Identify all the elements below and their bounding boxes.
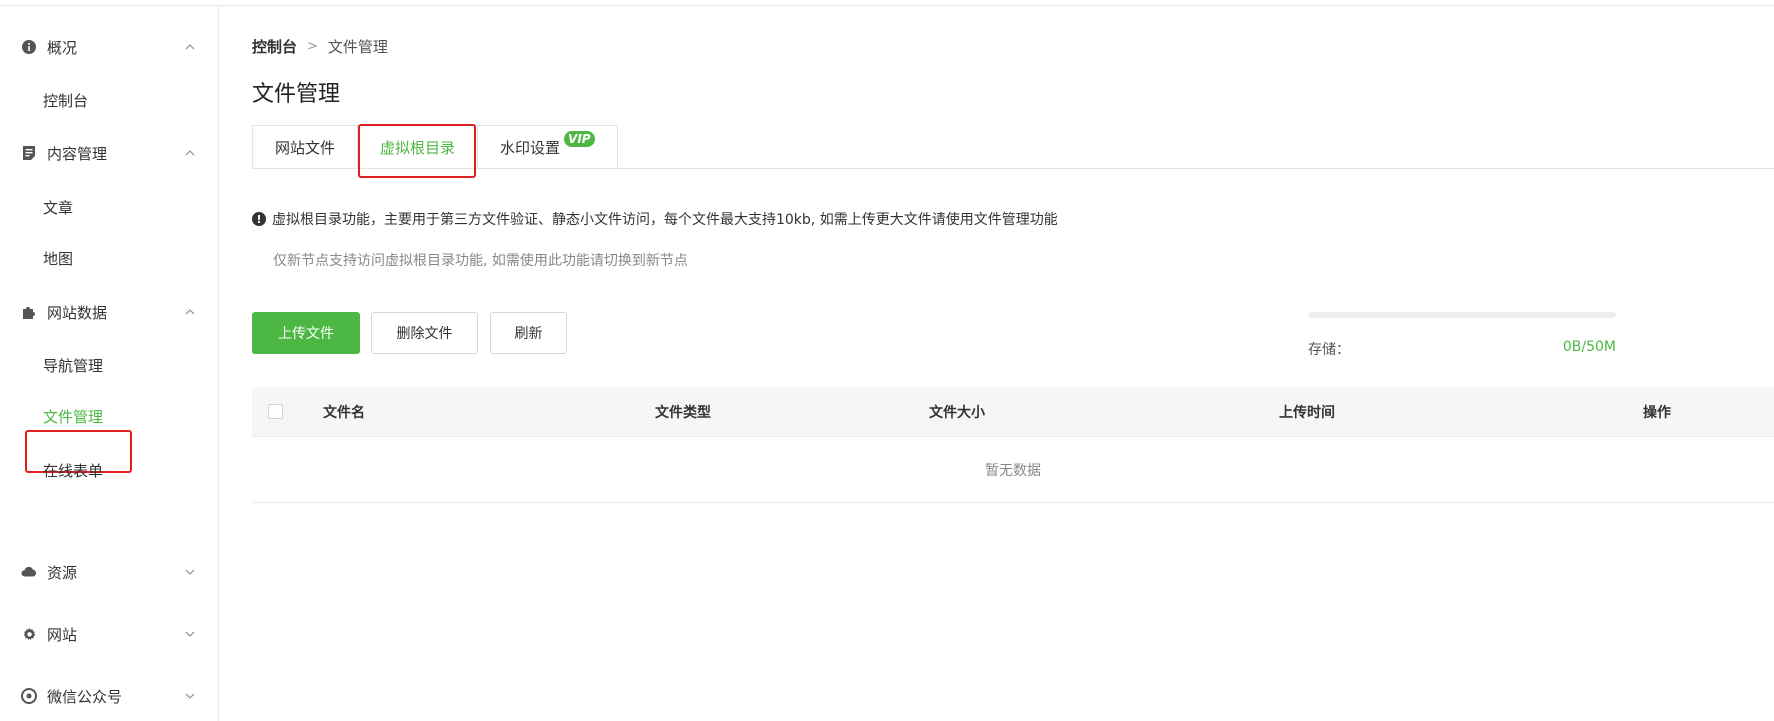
breadcrumb-current: 文件管理	[327, 38, 388, 56]
tab-label: 虚拟根目录	[380, 138, 456, 157]
column-header-filename[interactable]: 文件名	[323, 387, 365, 437]
cloud-icon	[21, 564, 37, 580]
storage-value: 0B/50M	[1562, 339, 1616, 355]
sidebar-item-navigation[interactable]: 导航管理	[43, 350, 103, 380]
exclamation-circle-icon: !	[252, 212, 266, 226]
sidebar-item-online-forms[interactable]: 在线表单	[43, 455, 103, 485]
chevron-down-icon	[185, 631, 195, 637]
puzzle-icon	[21, 304, 37, 320]
sidebar-group-site[interactable]: 网站	[0, 614, 219, 654]
tab-label: 网站文件	[275, 138, 336, 157]
sidebar-group-resources[interactable]: 资源	[0, 552, 219, 592]
notice-text: 虚拟根目录功能，主要用于第三方文件验证、静态小文件访问，每个文件最大支持10kb…	[272, 212, 1058, 228]
column-header-filetype[interactable]: 文件类型	[655, 387, 711, 437]
sidebar-item-map[interactable]: 地图	[43, 243, 73, 273]
sidebar-group-wechat[interactable]: 微信公众号	[0, 676, 219, 716]
sidebar-group-content[interactable]: 内容管理	[0, 133, 219, 173]
wechat-icon	[21, 688, 37, 704]
page-title: 文件管理	[252, 82, 341, 107]
tab-watermark-settings[interactable]: 水印设置 VIP	[477, 125, 618, 169]
gear-icon	[21, 626, 37, 642]
sidebar-group-label: 内容管理	[47, 144, 108, 163]
chevron-up-icon	[185, 44, 195, 50]
tab-label: 水印设置	[500, 138, 561, 157]
notice-subtext: 仅新节点支持访问虚拟根目录功能, 如需使用此功能请切换到新节点	[273, 253, 688, 269]
refresh-button[interactable]: 刷新	[490, 312, 567, 354]
storage-label: 存储：	[1308, 342, 1350, 358]
info-circle-icon	[21, 39, 37, 55]
tab-divider	[252, 168, 1774, 169]
main-content: 控制台 > 文件管理 文件管理 网站文件 虚拟根目录 水印设置 VIP ! 虚拟…	[220, 6, 1774, 721]
document-icon	[21, 145, 37, 161]
sidebar-item-articles[interactable]: 文章	[43, 192, 73, 222]
notice: ! 虚拟根目录功能，主要用于第三方文件验证、静态小文件访问，每个文件最大支持10…	[252, 209, 1058, 229]
chevron-up-icon	[185, 309, 195, 315]
chevron-up-icon	[185, 150, 195, 156]
column-header-upload-time[interactable]: 上传时间	[1279, 387, 1335, 437]
column-header-filesize[interactable]: 文件大小	[929, 387, 985, 437]
chevron-down-icon	[185, 693, 195, 699]
column-header-actions: 操作	[1643, 405, 1671, 421]
sidebar-group-site-data[interactable]: 网站数据	[0, 292, 219, 332]
select-all-checkbox[interactable]	[268, 404, 283, 419]
sidebar-group-label: 网站	[47, 625, 78, 644]
breadcrumb-separator: >	[307, 39, 318, 54]
chevron-down-icon	[185, 569, 195, 575]
breadcrumb: 控制台 > 文件管理	[252, 36, 388, 57]
sidebar-group-label: 网站数据	[47, 303, 108, 322]
delete-file-button[interactable]: 删除文件	[371, 312, 478, 354]
sidebar-group-label: 资源	[47, 563, 78, 582]
sidebar: 概况 控制台 内容管理 文章 地图 网站数据 导航管理 文件管理 在线表单 资源	[0, 6, 219, 721]
upload-file-button[interactable]: 上传文件	[252, 312, 360, 354]
table-header: 文件名 文件类型 文件大小 上传时间 操作	[252, 387, 1774, 437]
storage-progress-bar	[1308, 312, 1616, 318]
table-empty-row: 暂无数据	[252, 437, 1774, 503]
tab-bar: 网站文件 虚拟根目录 水印设置 VIP	[252, 125, 618, 169]
sidebar-group-overview[interactable]: 概况	[0, 27, 219, 67]
sidebar-item-file-management[interactable]: 文件管理	[43, 401, 103, 431]
tab-site-files[interactable]: 网站文件	[252, 125, 358, 169]
tab-virtual-root[interactable]: 虚拟根目录	[357, 125, 478, 169]
sidebar-group-label: 微信公众号	[47, 687, 123, 706]
sidebar-group-label: 概况	[47, 38, 78, 57]
sidebar-item-console[interactable]: 控制台	[43, 85, 88, 115]
vip-badge: VIP	[564, 131, 595, 147]
breadcrumb-root-link[interactable]: 控制台	[252, 36, 297, 57]
